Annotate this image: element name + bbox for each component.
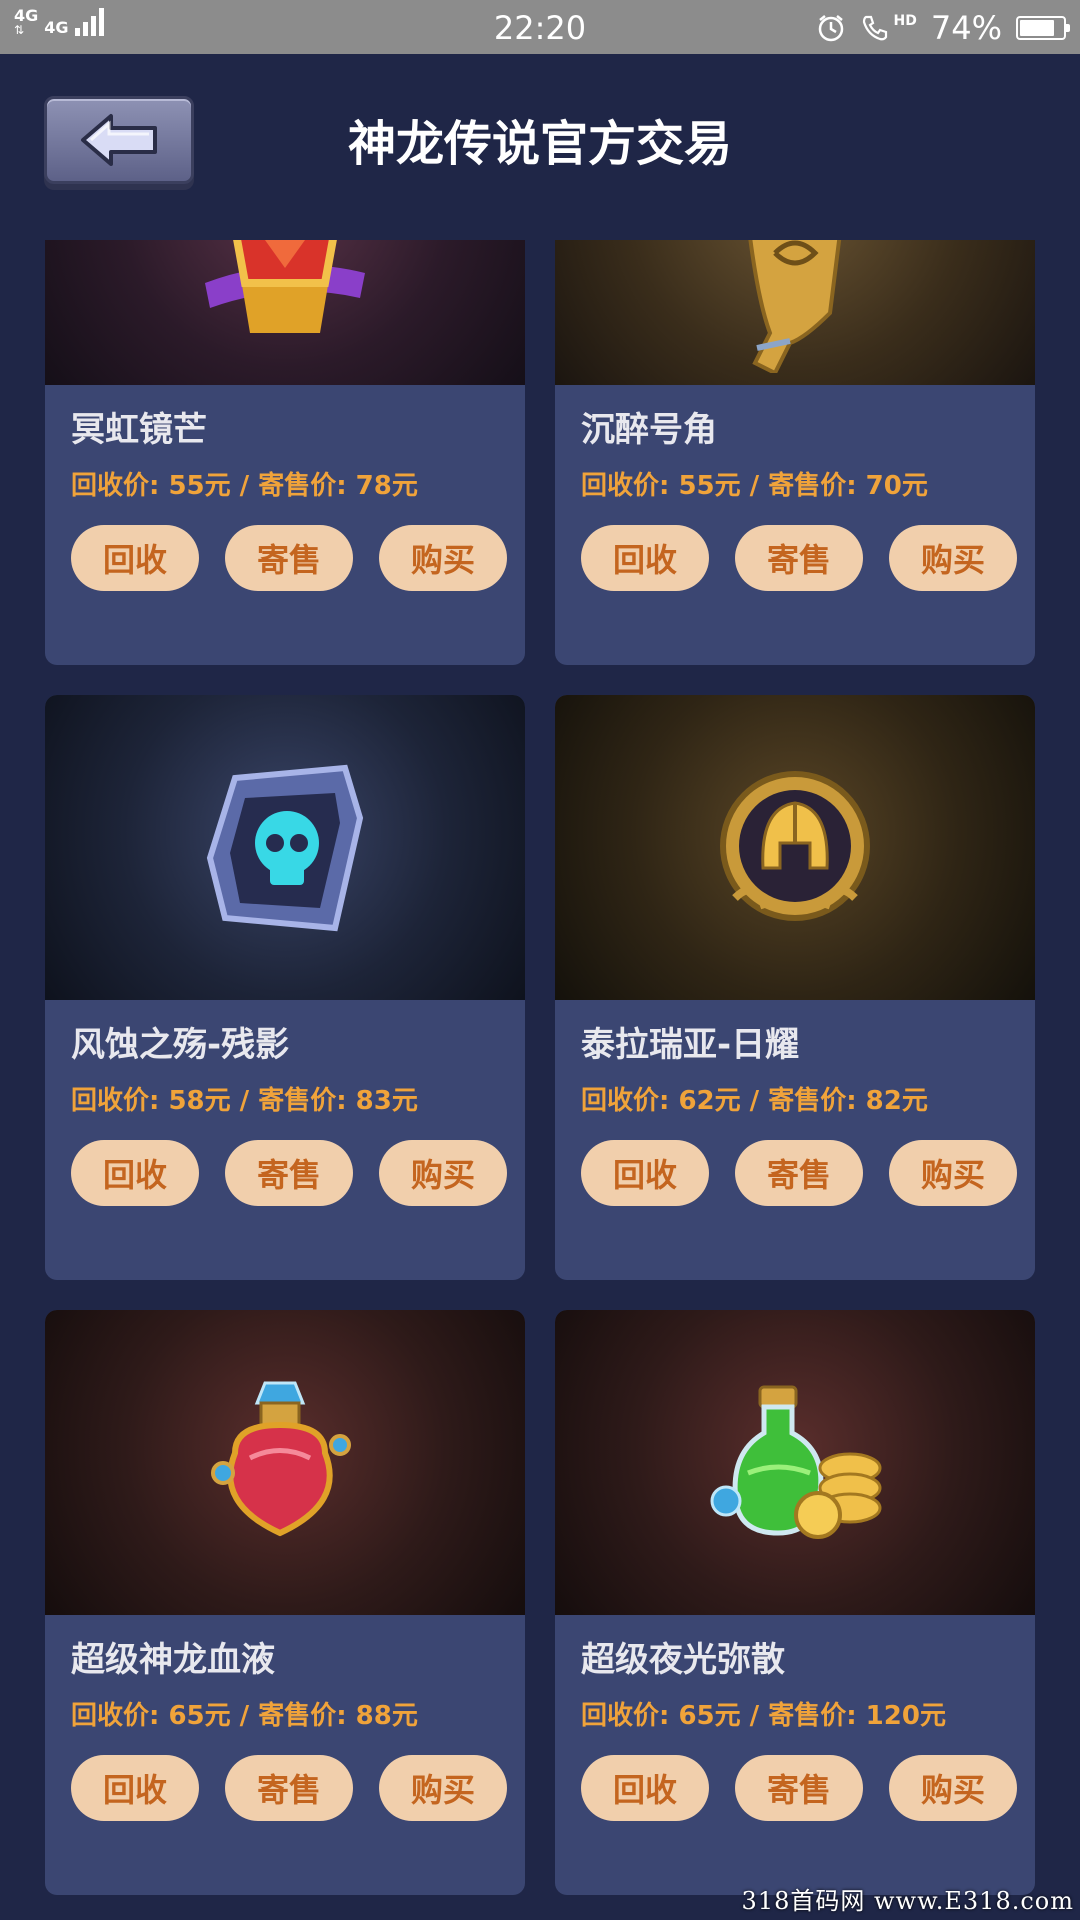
- buy-button[interactable]: 购买: [379, 1755, 507, 1821]
- status-bar: 4G ⇅ 4G 22:20 HD 74%: [0, 0, 1080, 54]
- item-image: [555, 695, 1035, 1000]
- item-card: 冥虹镜芒 回收价: 55元 / 寄售价: 78元 回收 寄售 购买: [45, 240, 525, 665]
- item-image: [555, 1310, 1035, 1615]
- battery-icon: [1016, 16, 1070, 40]
- item-name: 冥虹镜芒: [71, 410, 207, 450]
- item-image: [45, 240, 525, 385]
- item-list[interactable]: 冥虹镜芒 回收价: 55元 / 寄售价: 78元 回收 寄售 购买 沉醉号角 回…: [0, 240, 1080, 1920]
- red-potion-icon: [211, 1381, 351, 1536]
- item-card: 风蚀之殇-残影 回收价: 58元 / 寄售价: 83元 回收 寄售 购买: [45, 695, 525, 1280]
- item-name: 超级夜光弥散: [581, 1640, 785, 1680]
- buy-button[interactable]: 购买: [889, 1140, 1017, 1206]
- consign-button[interactable]: 寄售: [735, 1755, 863, 1821]
- item-grid: 冥虹镜芒 回收价: 55元 / 寄售价: 78元 回收 寄售 购买 沉醉号角 回…: [45, 240, 1035, 1895]
- consign-button[interactable]: 寄售: [225, 525, 353, 591]
- buy-button[interactable]: 购买: [379, 1140, 507, 1206]
- item-card: 泰拉瑞亚-日耀 回收价: 62元 / 寄售价: 82元 回收 寄售 购买: [555, 695, 1035, 1280]
- item-price: 回收价: 55元 / 寄售价: 70元: [581, 471, 928, 501]
- item-price: 回收价: 65元 / 寄售价: 88元: [71, 1701, 418, 1731]
- item-price: 回收价: 55元 / 寄售价: 78元: [71, 471, 418, 501]
- item-image: [555, 240, 1035, 385]
- hd-label: HD: [893, 13, 917, 29]
- item-card: 沉醉号角 回收价: 55元 / 寄售价: 70元 回收 寄售 购买: [555, 240, 1035, 665]
- consign-button[interactable]: 寄售: [225, 1140, 353, 1206]
- consign-button[interactable]: 寄售: [735, 1140, 863, 1206]
- item-card: 超级夜光弥散 回收价: 65元 / 寄售价: 120元 回收 寄售 购买: [555, 1310, 1035, 1895]
- item-image: [45, 695, 525, 1000]
- page-title: 神龙传说官方交易: [347, 116, 732, 172]
- recycle-button[interactable]: 回收: [71, 1755, 199, 1821]
- battery-fill: [1020, 20, 1055, 36]
- recycle-button[interactable]: 回收: [71, 525, 199, 591]
- golden-horn-icon: [748, 240, 842, 373]
- item-price: 回收价: 62元 / 寄售价: 82元: [581, 1086, 928, 1116]
- item-name: 沉醉号角: [581, 410, 717, 450]
- item-card: 超级神龙血液 回收价: 65元 / 寄售价: 88元 回收 寄售 购买: [45, 1310, 525, 1895]
- consign-button[interactable]: 寄售: [225, 1755, 353, 1821]
- consign-button[interactable]: 寄售: [735, 525, 863, 591]
- recycle-button[interactable]: 回收: [581, 525, 709, 591]
- header: 神龙传说官方交易: [0, 54, 1080, 234]
- recycle-button[interactable]: 回收: [581, 1755, 709, 1821]
- gem-crown-icon: [205, 240, 365, 333]
- buy-button[interactable]: 购买: [379, 525, 507, 591]
- item-name: 超级神龙血液: [71, 1640, 275, 1680]
- skull-badge-icon: [206, 764, 364, 931]
- item-name: 泰拉瑞亚-日耀: [581, 1025, 800, 1065]
- item-image: [45, 1310, 525, 1615]
- green-potion-coins-icon: [710, 1385, 882, 1539]
- phone-icon: [862, 15, 887, 41]
- item-price: 回收价: 58元 / 寄售价: 83元: [71, 1086, 418, 1116]
- recycle-button[interactable]: 回收: [71, 1140, 199, 1206]
- recycle-button[interactable]: 回收: [581, 1140, 709, 1206]
- watermark: 318首码网 www.E318.com: [741, 1887, 1074, 1915]
- item-name: 风蚀之殇-残影: [71, 1025, 290, 1065]
- alarm-icon: [818, 15, 843, 42]
- battery-percent: 74%: [930, 9, 1002, 47]
- item-price: 回收价: 65元 / 寄售价: 120元: [581, 1701, 946, 1731]
- buy-button[interactable]: 购买: [889, 1755, 1017, 1821]
- golden-helmet-icon: [720, 770, 870, 921]
- buy-button[interactable]: 购买: [889, 525, 1017, 591]
